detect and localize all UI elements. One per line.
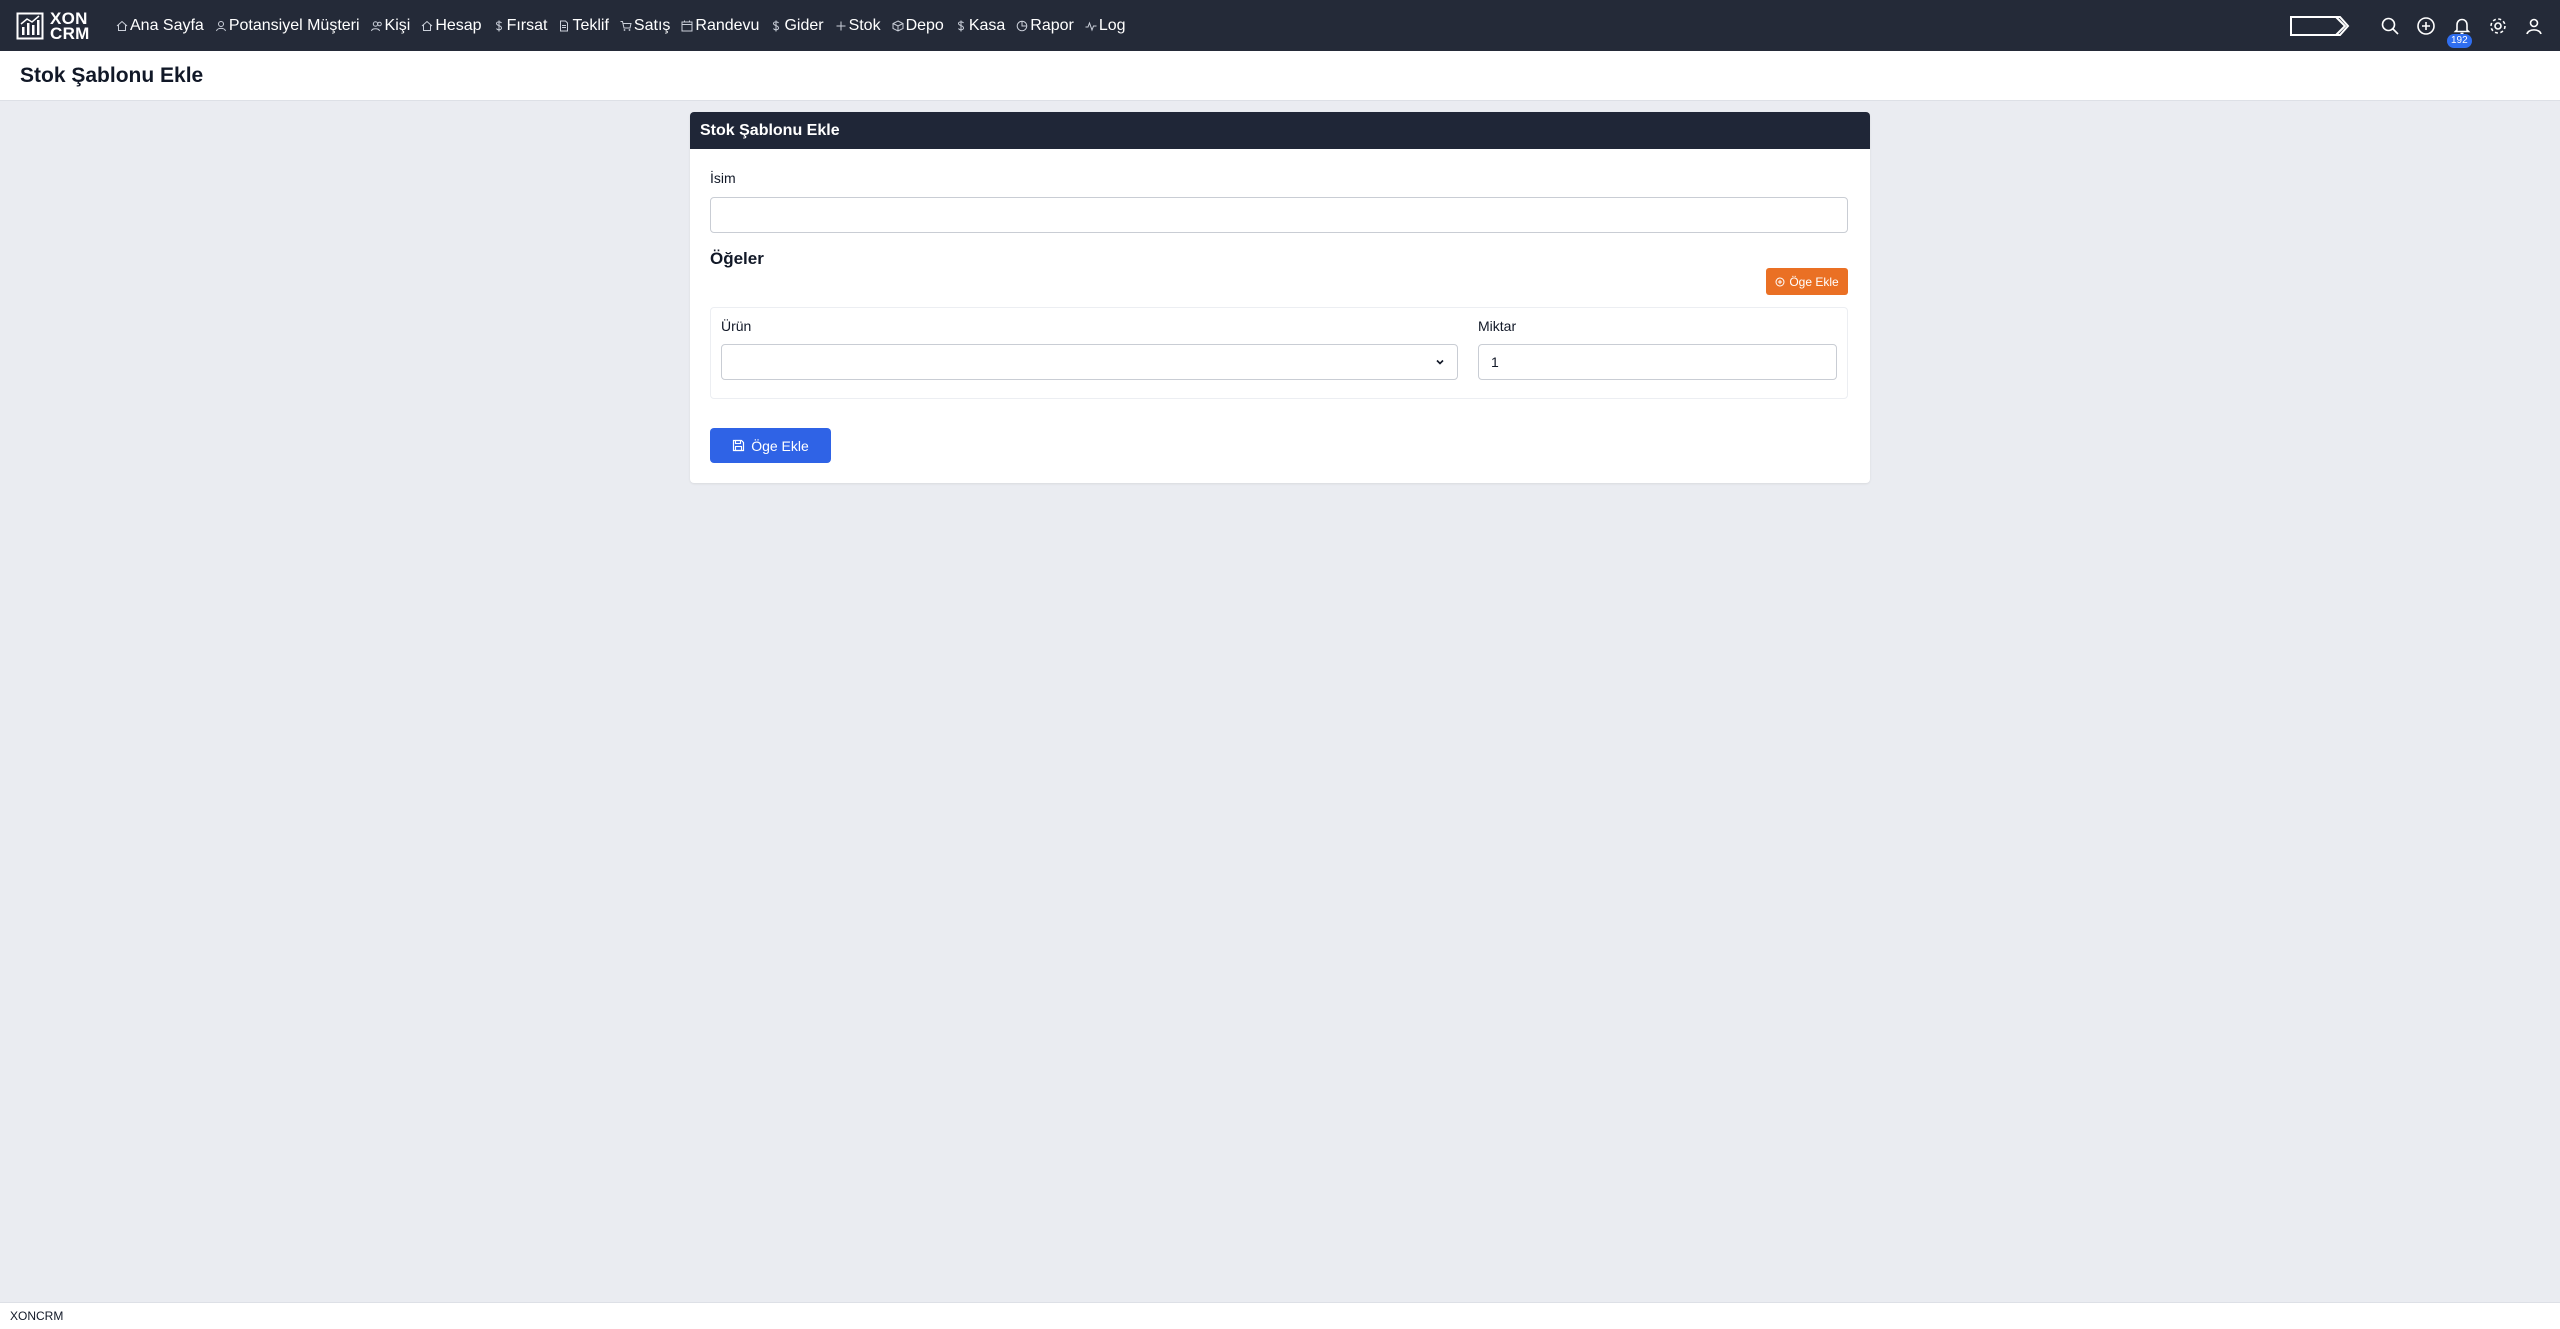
nav-item-teklif[interactable]: Teklif xyxy=(554,0,615,51)
nav-item-kisi[interactable]: Kişi xyxy=(367,0,418,51)
nav-item-satis[interactable]: Satış xyxy=(616,0,677,51)
nav-item-hesap[interactable]: Hesap xyxy=(417,0,488,51)
add-item-submit-label: Öge Ekle xyxy=(751,437,809,454)
footer-text: XONCRM xyxy=(10,1309,64,1323)
nav-item-depo[interactable]: Depo xyxy=(888,0,951,51)
settings-button[interactable] xyxy=(2488,16,2508,36)
plus-circle-icon xyxy=(1775,277,1785,286)
cart-icon xyxy=(620,20,632,31)
footer: XONCRM xyxy=(0,1302,2560,1329)
notifications-button[interactable]: 192 xyxy=(2447,16,2472,48)
nav-item-stok[interactable]: Stok xyxy=(831,0,888,51)
nav-label: Depo xyxy=(905,16,944,34)
nav-item-ana-sayfa[interactable]: Ana Sayfa xyxy=(112,0,211,51)
plus-icon xyxy=(836,21,846,30)
add-item-small-button[interactable]: Öge Ekle xyxy=(1766,268,1848,295)
nav-item-kasa[interactable]: Kasa xyxy=(951,0,1012,51)
pie-icon xyxy=(1016,20,1028,31)
home-icon xyxy=(116,20,128,31)
top-navbar: XON CRM Ana Sayfa Potansiyel Müşteri Kiş… xyxy=(0,0,2560,51)
product-select[interactable] xyxy=(721,344,1458,380)
gear-icon xyxy=(2490,17,2506,34)
items-section-title: Öğeler xyxy=(710,249,764,268)
dollar-icon xyxy=(773,20,780,31)
profile-button[interactable] xyxy=(2524,16,2544,36)
quantity-input[interactable] xyxy=(1478,344,1837,380)
nav-item-gider[interactable]: Gider xyxy=(766,0,830,51)
nav-item-firsat[interactable]: Fırsat xyxy=(489,0,555,51)
nav-label: Rapor xyxy=(1030,16,1074,34)
add-item-small-label: Öge Ekle xyxy=(1789,274,1839,289)
nav-label: Satış xyxy=(633,16,671,34)
nav-item-rapor[interactable]: Rapor xyxy=(1012,0,1081,51)
nav-item-randevu[interactable]: Randevu xyxy=(677,0,766,51)
search-button[interactable] xyxy=(2380,16,2400,36)
nav-label: Log xyxy=(1098,16,1126,34)
main-nav: Ana Sayfa Potansiyel Müşteri Kişi Hesap … xyxy=(112,0,1133,51)
users-icon xyxy=(370,20,382,31)
user-icon xyxy=(2526,18,2542,34)
plus-circle-icon xyxy=(2417,16,2435,35)
item-row: Ürün Miktar xyxy=(710,307,1848,399)
user-icon xyxy=(215,20,226,31)
notification-count-badge: 192 xyxy=(2447,33,2472,48)
name-input[interactable] xyxy=(710,197,1848,233)
nav-label: Hesap xyxy=(435,16,482,34)
nav-item-potansiyel-musteri[interactable]: Potansiyel Müşteri xyxy=(211,0,367,51)
save-icon xyxy=(733,439,745,452)
page-title: Stok Şablonu Ekle xyxy=(20,64,204,87)
logo-text-line2: CRM xyxy=(50,23,90,43)
nav-label: Fırsat xyxy=(506,16,548,34)
home-icon xyxy=(421,20,433,31)
name-label: İsim xyxy=(710,170,736,186)
nav-label: Ana Sayfa xyxy=(130,16,204,34)
nav-label: Randevu xyxy=(695,16,760,34)
add-new-button[interactable] xyxy=(2416,16,2436,36)
quantity-label: Miktar xyxy=(1478,318,1517,334)
nav-label: Kişi xyxy=(384,16,411,34)
chevron-down-icon xyxy=(1436,359,1444,365)
card-header: Stok Şablonu Ekle xyxy=(690,112,1870,149)
file-icon xyxy=(560,20,569,31)
calendar-icon xyxy=(681,20,693,31)
search-icon xyxy=(2381,17,2399,35)
nav-label: Potansiyel Müşteri xyxy=(228,16,360,34)
xoncrm-logo[interactable]: XON CRM xyxy=(16,9,108,43)
page-header: Stok Şablonu Ekle xyxy=(0,51,2560,101)
product-label: Ürün xyxy=(721,318,752,334)
nav-label: Stok xyxy=(848,16,881,34)
add-item-submit-button[interactable]: Öge Ekle xyxy=(710,428,831,463)
dollar-icon xyxy=(957,20,964,31)
nav-label: Teklif xyxy=(572,16,609,34)
logo-text: XON CRM xyxy=(50,10,90,43)
nav-label: Gider xyxy=(784,16,824,34)
bell-icon xyxy=(2453,18,2471,34)
activity-icon xyxy=(1085,21,1097,31)
arrow-tag-icon[interactable] xyxy=(2290,15,2352,37)
chart-logo-icon xyxy=(16,12,44,39)
box-icon xyxy=(892,19,904,32)
nav-item-log[interactable]: Log xyxy=(1081,0,1133,51)
dollar-icon xyxy=(495,20,502,31)
nav-label: Kasa xyxy=(968,16,1006,34)
stock-template-form-card: Stok Şablonu Ekle İsim Öğeler Öge Ekle Ü… xyxy=(690,112,1870,483)
navbar-actions: 192 xyxy=(2290,0,2560,51)
